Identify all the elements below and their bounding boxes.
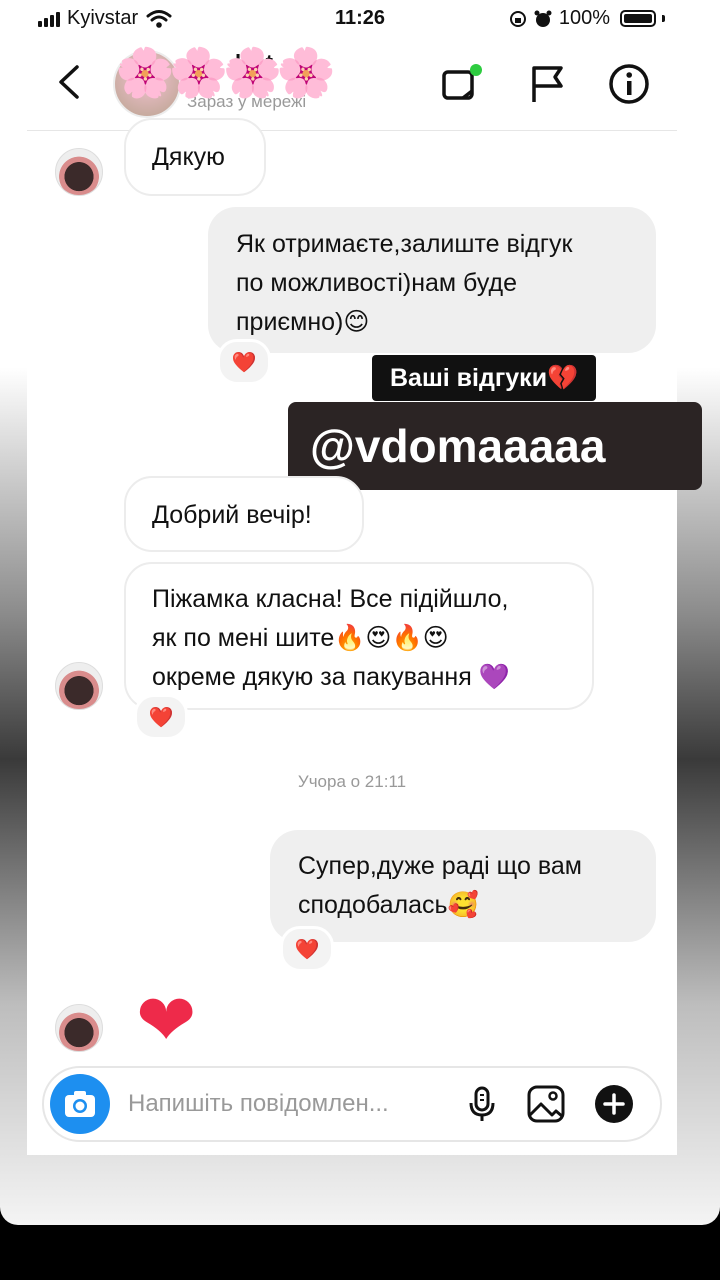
reaction-heart[interactable]: ❤️ [280,926,334,972]
chat-header: k at Зараз у мережі 🌸🌸🌸🌸 [27,36,677,131]
heart-message[interactable]: ❤ [136,985,196,1057]
message-composer [42,1066,662,1142]
account-tag[interactable]: @vdomaaaaa [288,402,702,490]
message-line: Піжамка класна! Все підійшло, [152,585,509,613]
message-text: Дякую [152,143,225,171]
alarm-icon [534,10,552,27]
reaction-heart[interactable]: ❤️ [134,694,188,740]
message-bubble-incoming[interactable]: Добрий вечір! [124,476,364,552]
message-text: Добрий вечір! [152,501,312,529]
message-line: Як отримаєте,залиште відгук [236,230,573,258]
message-line: як по мені шите🔥😍🔥😍 [152,624,449,652]
sender-avatar[interactable] [55,148,103,196]
camera-icon [65,1091,95,1117]
message-line: по можливості)нам буде [236,269,517,297]
flower-stickers: 🌸🌸🌸🌸 [115,47,336,100]
rotation-lock-icon [509,10,526,27]
message-line: окреме дякую за пакування 💜 [152,663,510,691]
message-timestamp: Учора о 21:11 [297,772,407,791]
message-bubble-outgoing[interactable]: Супер,дуже раді що вам сподобалась🥰 [270,830,656,942]
microphone-icon[interactable] [462,1084,502,1124]
camera-button[interactable] [50,1074,110,1134]
battery-label: 100% [558,7,610,29]
gallery-icon[interactable] [526,1084,566,1124]
back-icon[interactable] [55,64,83,100]
status-right: 100% [509,7,665,30]
flag-icon[interactable] [525,62,569,106]
message-bubble-outgoing[interactable]: Як отримаєте,залиште відгук по можливост… [208,207,656,353]
status-bar: Kyivstar 11:26 100% [0,0,720,36]
message-line: приємно)😊 [236,308,370,336]
sender-avatar[interactable] [55,662,103,710]
message-input[interactable] [126,1089,450,1119]
reaction-heart[interactable]: ❤️ [217,339,271,385]
battery-icon [620,10,656,27]
message-line: Супер,дуже раді що вам [298,852,582,880]
info-icon[interactable] [607,62,651,106]
reviews-tag: Ваші відгуки💔 [372,355,597,401]
message-bubble-incoming[interactable]: Піжамка класна! Все підійшло, як по мені… [124,562,594,710]
message-bubble-incoming[interactable]: Дякую [124,118,266,196]
message-line: сподобалась🥰 [298,891,479,919]
video-call-icon[interactable] [439,62,483,106]
add-icon[interactable] [594,1084,634,1124]
sender-avatar[interactable] [55,1004,103,1052]
